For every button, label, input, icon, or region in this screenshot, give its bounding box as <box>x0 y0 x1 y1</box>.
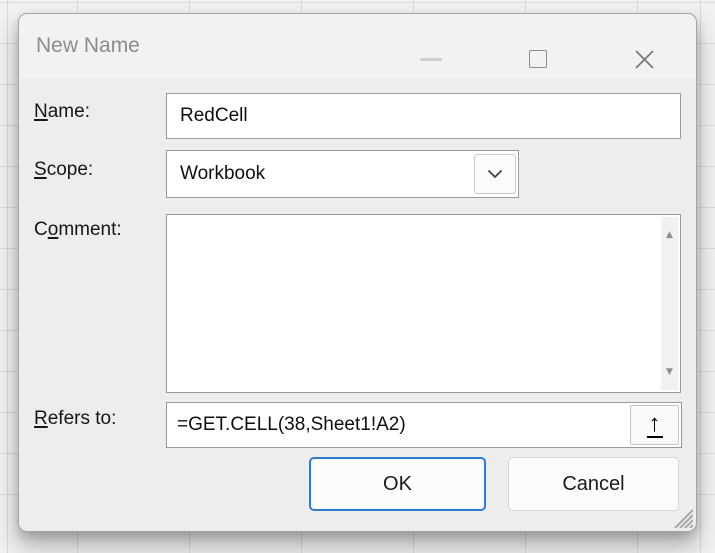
new-name-dialog: New Name Name: Scope: Workbook Comment: <box>18 13 697 532</box>
close-button[interactable] <box>629 44 659 74</box>
minimize-dash-icon <box>420 57 442 61</box>
maximize-button[interactable] <box>523 44 553 74</box>
name-label: Name: <box>34 101 90 122</box>
refers-to-label: Refers to: <box>34 408 117 429</box>
refers-to-formula: =GET.CELL(38,Sheet1!A2) <box>177 414 406 435</box>
scroll-up-icon[interactable]: ▲ <box>661 230 678 240</box>
chevron-down-icon <box>487 169 503 179</box>
scope-dropdown[interactable]: Workbook <box>166 150 519 198</box>
scope-label: Scope: <box>34 159 94 180</box>
comment-input[interactable]: ▲ ▼ <box>166 214 681 393</box>
scroll-down-icon[interactable]: ▼ <box>661 367 678 377</box>
close-x-icon <box>634 49 654 69</box>
cancel-button[interactable]: Cancel <box>508 457 679 511</box>
scope-selected-value: Workbook <box>180 163 266 184</box>
grid-line <box>7 0 8 553</box>
comment-scrollbar[interactable]: ▲ ▼ <box>661 217 678 390</box>
minimize-button[interactable] <box>416 44 446 74</box>
resize-grip[interactable] <box>667 502 693 528</box>
comment-label: Comment: <box>34 219 122 240</box>
name-input[interactable] <box>166 93 681 139</box>
maximize-square-icon <box>529 50 547 68</box>
dialog-title: New Name <box>36 34 140 57</box>
collapse-dialog-button[interactable]: ↑ <box>630 405 679 445</box>
ok-button[interactable]: OK <box>309 457 486 511</box>
scope-dropdown-button[interactable] <box>474 154 516 194</box>
cancel-button-label: Cancel <box>562 472 625 495</box>
grid-line <box>700 0 701 553</box>
ok-button-label: OK <box>383 472 412 495</box>
up-arrow-icon: ↑ <box>646 410 663 438</box>
dialog-titlebar[interactable]: New Name <box>19 14 696 78</box>
refers-to-input[interactable]: =GET.CELL(38,Sheet1!A2) ↑ <box>166 402 682 448</box>
